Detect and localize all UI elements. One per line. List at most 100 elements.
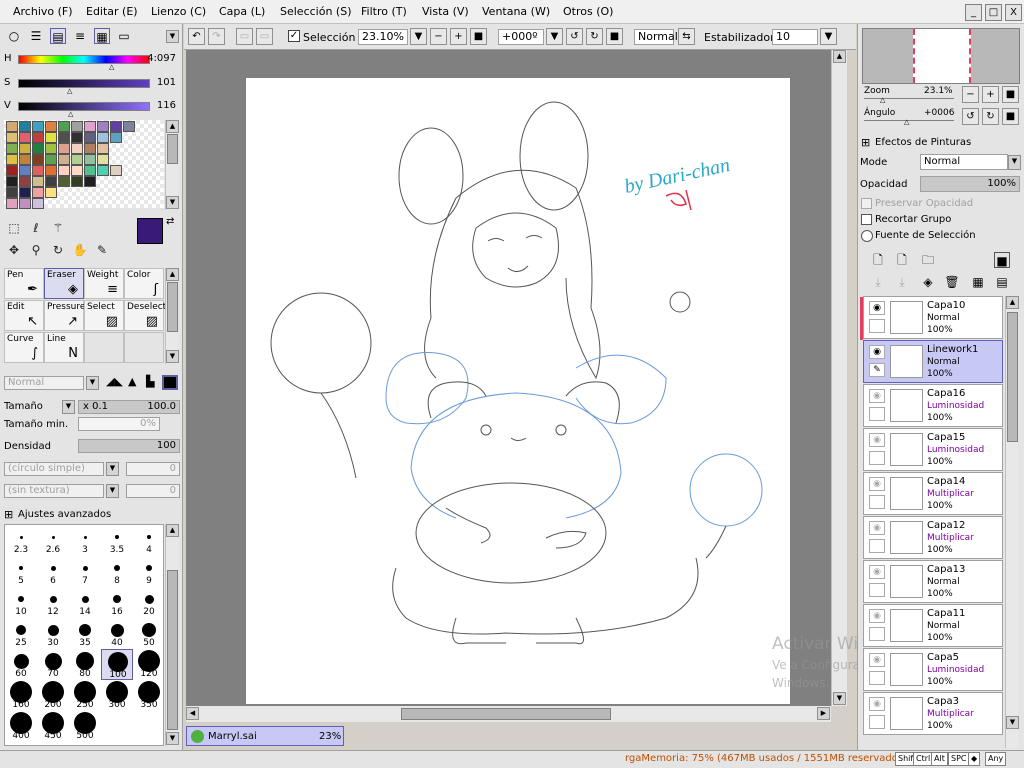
color-swatch[interactable] bbox=[58, 121, 70, 132]
brush-size-option[interactable]: 14 bbox=[69, 587, 101, 618]
color-swatch[interactable] bbox=[123, 121, 135, 132]
layer-row[interactable]: ◉ Capa16 Luminosidad 100% bbox=[863, 384, 1003, 427]
clip-layer-icon[interactable]: ▦ bbox=[970, 274, 986, 290]
edge-hard-icon[interactable]: ▙ bbox=[146, 375, 154, 388]
layer-row[interactable]: ◉ Capa10 Normal 100% bbox=[860, 296, 1003, 340]
color-swatch[interactable] bbox=[19, 198, 31, 209]
brush-size-option[interactable]: 16 bbox=[101, 587, 133, 618]
color-swatch[interactable] bbox=[45, 165, 57, 176]
rotate-left-button[interactable]: ↺ bbox=[566, 28, 583, 45]
brush-blend-select[interactable]: Normal bbox=[4, 376, 84, 390]
rect-select-icon[interactable]: ⬚ bbox=[6, 220, 22, 236]
color-swatch[interactable] bbox=[71, 165, 83, 176]
delete-layer-icon[interactable]: 🗑 bbox=[944, 274, 960, 290]
layer-row[interactable]: ◉ Capa5 Luminosidad 100% bbox=[863, 648, 1003, 691]
brush-size-option[interactable]: 20 bbox=[133, 587, 165, 618]
brush-tool-pressure[interactable]: Pressure ↗ bbox=[44, 300, 85, 331]
brush-tool-scroll-thumb[interactable] bbox=[167, 282, 178, 332]
scratchpad-icon[interactable]: ▭ bbox=[116, 28, 132, 44]
eye-icon[interactable]: ◉ bbox=[869, 565, 885, 579]
hue-slider-handle[interactable]: △ bbox=[109, 63, 114, 71]
menu-archivo[interactable]: Archivo (F) bbox=[13, 5, 73, 18]
menu-otros[interactable]: Otros (O) bbox=[563, 5, 613, 18]
layer-scroll-thumb[interactable] bbox=[1007, 312, 1018, 442]
color-swatch[interactable] bbox=[32, 176, 44, 187]
hue-slider[interactable] bbox=[18, 55, 150, 64]
color-swatch[interactable] bbox=[84, 121, 96, 132]
stabilizer-dropdown[interactable]: ▼ bbox=[820, 28, 837, 45]
flip-button[interactable]: ⇆ bbox=[678, 28, 695, 45]
brush-size-option[interactable]: 2.6 bbox=[37, 525, 69, 556]
color-swatch[interactable] bbox=[6, 176, 18, 187]
color-swatch[interactable] bbox=[84, 143, 96, 154]
clear-layer-icon[interactable]: ◈ bbox=[920, 274, 936, 290]
zoom-out-button[interactable]: − bbox=[430, 28, 447, 45]
brush-size-option[interactable]: 7 bbox=[69, 556, 101, 587]
canvas-scroll-left[interactable]: ◀ bbox=[186, 707, 199, 720]
nav-rotate-reset[interactable]: ■ bbox=[1002, 108, 1019, 125]
density-slider[interactable]: 100 bbox=[78, 439, 180, 453]
layer-lock-toggle[interactable] bbox=[869, 495, 885, 509]
brush-size-option[interactable]: 350 bbox=[133, 680, 165, 711]
color-swatch[interactable] bbox=[97, 165, 109, 176]
color-swatch[interactable] bbox=[58, 176, 70, 187]
color-swatch[interactable] bbox=[71, 154, 83, 165]
canvas-vscroll[interactable]: ▲ ▼ bbox=[831, 50, 847, 706]
navigator-preview[interactable] bbox=[862, 28, 1020, 84]
layer-lock-toggle[interactable] bbox=[869, 451, 885, 465]
color-panel-toggle[interactable]: ▼ bbox=[166, 30, 179, 43]
canvas-scroll-up[interactable]: ▲ bbox=[833, 50, 846, 63]
color-swatch[interactable] bbox=[45, 132, 57, 143]
swatch-scrollbar[interactable]: ▲ ▼ bbox=[165, 120, 179, 210]
eye-icon[interactable]: ◉ bbox=[869, 653, 885, 667]
swatch-grid-icon[interactable]: ▦ bbox=[94, 28, 110, 44]
color-swatch[interactable] bbox=[97, 154, 109, 165]
eye-icon[interactable]: ◉ bbox=[869, 433, 885, 447]
color-swatch[interactable] bbox=[97, 132, 109, 143]
brush-texture-dropdown[interactable]: ▼ bbox=[106, 484, 119, 498]
color-swatch[interactable] bbox=[110, 132, 122, 143]
color-swatch[interactable] bbox=[32, 132, 44, 143]
color-swatch[interactable] bbox=[45, 176, 57, 187]
color-swatch[interactable] bbox=[71, 121, 83, 132]
brush-tool-pen[interactable]: Pen ✒ bbox=[4, 268, 44, 299]
brush-texture-select[interactable]: (sin textura) bbox=[4, 484, 104, 498]
layer-lock-toggle[interactable] bbox=[869, 627, 885, 641]
eye-icon[interactable]: ◉ bbox=[869, 697, 885, 711]
brush-size-option[interactable]: 4 bbox=[133, 525, 165, 556]
angle-field[interactable]: +000º bbox=[498, 29, 544, 45]
eye-icon[interactable]: ◉ bbox=[869, 345, 885, 359]
size-scroll-up[interactable]: ▲ bbox=[166, 524, 179, 537]
color-swatch[interactable] bbox=[32, 198, 44, 209]
brush-tool-deselect[interactable]: Deselect ▨ bbox=[124, 300, 166, 331]
menu-vista[interactable]: Vista (V) bbox=[422, 5, 469, 18]
color-swatch[interactable] bbox=[110, 121, 122, 132]
eye-icon[interactable]: ◉ bbox=[869, 301, 885, 315]
size-multiplier-dropdown[interactable]: ▼ bbox=[62, 400, 75, 414]
size-slider[interactable]: x 0.1 100.0 bbox=[78, 400, 180, 414]
saturation-slider[interactable] bbox=[18, 79, 150, 88]
canvas-hscroll-thumb[interactable] bbox=[401, 708, 611, 720]
brush-size-option[interactable]: 80 bbox=[69, 649, 101, 680]
layer-lock-toggle[interactable] bbox=[869, 671, 885, 685]
layer-lock-toggle[interactable] bbox=[869, 407, 885, 421]
selection-checkbox[interactable]: ✓ bbox=[288, 30, 300, 42]
brush-size-option[interactable]: 400 bbox=[5, 711, 37, 742]
color-swatch[interactable] bbox=[19, 176, 31, 187]
edge-flat-icon[interactable] bbox=[162, 375, 178, 390]
brush-size-option[interactable]: 160 bbox=[5, 680, 37, 711]
layer-row[interactable]: ◉ Capa14 Multiplicar 100% bbox=[863, 472, 1003, 515]
color-swatch[interactable] bbox=[19, 187, 31, 198]
value-slider[interactable] bbox=[18, 102, 150, 111]
brush-size-option[interactable]: 30 bbox=[37, 618, 69, 649]
layer-row[interactable]: ◉ ✎ Linework1 Normal 100% bbox=[863, 340, 1003, 383]
menu-ventana[interactable]: Ventana (W) bbox=[482, 5, 550, 18]
eye-icon[interactable]: ◉ bbox=[869, 389, 885, 403]
primary-color-swatch[interactable] bbox=[137, 218, 163, 244]
eyedropper-icon[interactable]: ✎ bbox=[94, 242, 110, 258]
color-swatch[interactable] bbox=[84, 154, 96, 165]
brush-size-option[interactable]: 35 bbox=[69, 618, 101, 649]
new-linework-icon[interactable]: 🗋 bbox=[894, 252, 910, 268]
brush-tool-scroll-up[interactable]: ▲ bbox=[166, 268, 179, 281]
zoom-dropdown[interactable]: ▼ bbox=[410, 28, 427, 45]
